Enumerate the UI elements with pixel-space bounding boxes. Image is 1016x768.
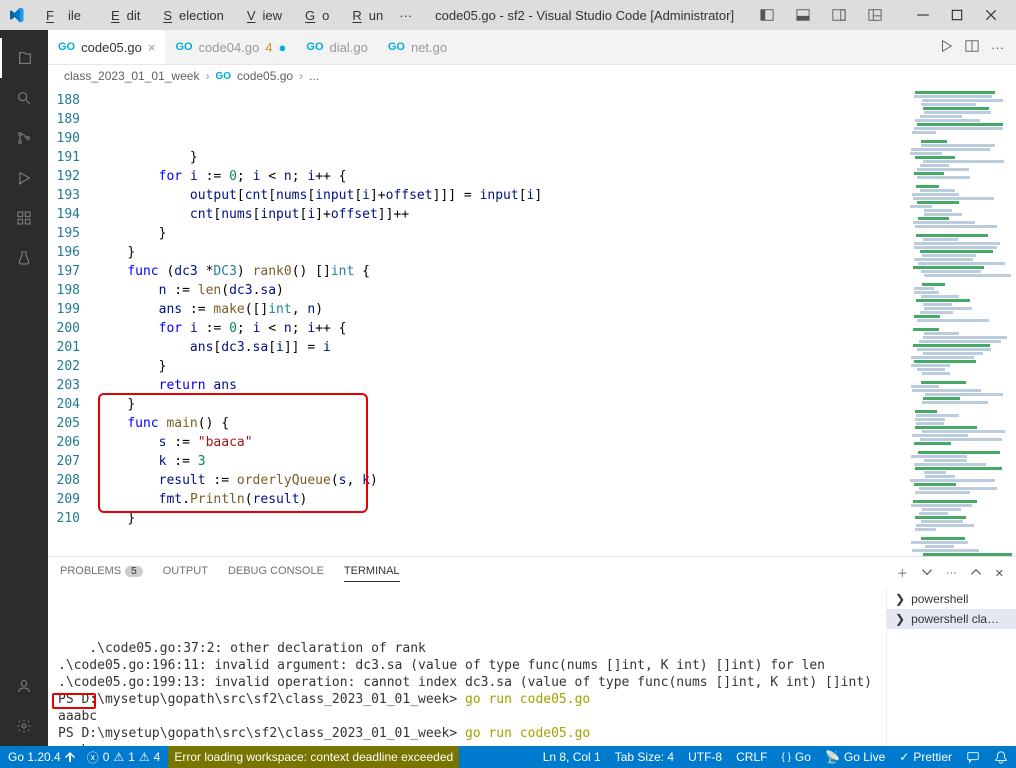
tab-suffix: 4 — [265, 40, 272, 55]
status-feedback-icon[interactable] — [966, 750, 980, 764]
breadcrumb[interactable]: class_2023_01_01_week › GO code05.go › .… — [48, 65, 1016, 87]
window-minimize-icon[interactable] — [906, 0, 940, 30]
terminal-icon: ❯ — [895, 612, 905, 626]
chevron-right-icon: › — [299, 69, 303, 83]
activity-search[interactable] — [0, 78, 48, 118]
line-gutter: 1881891901911921931941951961971981992002… — [48, 87, 96, 556]
title-bar: File Edit Selection View Go Run ··· code… — [0, 0, 1016, 30]
vscode-logo-icon — [8, 7, 24, 23]
layout-panel-right-icon[interactable] — [822, 0, 856, 30]
editor-area: GO code05.go × GO code04.go 4 ● GO dial.… — [48, 30, 1016, 746]
minimap[interactable] — [906, 87, 1016, 556]
menu-file[interactable]: File — [32, 8, 95, 23]
activity-extensions[interactable] — [0, 198, 48, 238]
go-file-icon: GO — [175, 41, 192, 53]
menu-go[interactable]: Go — [291, 8, 336, 23]
status-bell-icon[interactable] — [994, 750, 1008, 764]
tab-dial[interactable]: GO dial.go — [296, 30, 377, 64]
menubar: File Edit Selection View Go Run ··· — [32, 8, 419, 23]
tab-label: net.go — [411, 40, 447, 55]
window-maximize-icon[interactable] — [940, 0, 974, 30]
terminal-item[interactable]: ❯powershell cla… — [887, 609, 1016, 629]
panel-maximize-icon[interactable] — [969, 565, 983, 582]
terminal-icon: ❯ — [895, 592, 905, 606]
status-tabsize[interactable]: Tab Size: 4 — [615, 750, 674, 764]
go-file-icon: GO — [215, 71, 231, 82]
menu-edit[interactable]: Edit — [97, 8, 147, 23]
breadcrumb-file[interactable]: code05.go — [237, 69, 293, 83]
status-encoding[interactable]: UTF-8 — [688, 750, 722, 764]
status-golive[interactable]: 📡Go Live — [825, 750, 885, 764]
layout-panel-bottom-icon[interactable] — [786, 0, 820, 30]
panel-close-icon[interactable]: ✕ — [995, 567, 1004, 580]
tab-label: code05.go — [81, 40, 142, 55]
terminal-more-icon[interactable]: ··· — [946, 567, 957, 579]
panel-tab-terminal[interactable]: TERMINAL — [344, 565, 400, 582]
breadcrumb-folder[interactable]: class_2023_01_01_week — [64, 69, 199, 83]
status-go-version[interactable]: Go 1.20.4 — [8, 750, 75, 764]
menu-run[interactable]: Run — [338, 8, 390, 23]
activity-debug[interactable] — [0, 158, 48, 198]
panel: PROBLEMS5 OUTPUT DEBUG CONSOLE TERMINAL … — [48, 556, 1016, 746]
menu-view[interactable]: View — [233, 8, 289, 23]
tab-code05[interactable]: GO code05.go × — [48, 30, 165, 64]
layout-panel-left-icon[interactable] — [750, 0, 784, 30]
terminal-dropdown-icon[interactable] — [920, 565, 934, 582]
tab-label: dial.go — [330, 40, 368, 55]
window-title: code05.go - sf2 - Visual Studio Code [Ad… — [423, 8, 746, 23]
menu-more[interactable]: ··· — [392, 8, 419, 23]
tab-code04[interactable]: GO code04.go 4 ● — [165, 30, 296, 64]
activity-explorer[interactable] — [0, 38, 48, 78]
menu-selection[interactable]: Selection — [149, 8, 230, 23]
panel-tabs: PROBLEMS5 OUTPUT DEBUG CONSOLE TERMINAL … — [48, 557, 1016, 589]
status-eol[interactable]: CRLF — [736, 750, 767, 764]
window-close-icon[interactable] — [974, 0, 1008, 30]
status-prettier[interactable]: ✓Prettier — [899, 750, 952, 764]
code-content[interactable]: } for i := 0; i < n; i++ { output[cnt[nu… — [96, 87, 906, 556]
status-problems[interactable]: ⓧ0 ⚠1 ⚠4 — [87, 749, 161, 766]
new-terminal-icon[interactable]: ＋ — [897, 565, 908, 581]
breadcrumb-symbol[interactable]: ... — [309, 69, 319, 83]
go-file-icon: GO — [388, 41, 405, 53]
activity-account[interactable] — [0, 666, 48, 706]
terminal-list: ❯powershell ❯powershell cla… — [886, 589, 1016, 746]
status-lncol[interactable]: Ln 8, Col 1 — [543, 750, 601, 764]
terminal-output[interactable]: .\code05.go:37:2: other declaration of r… — [48, 589, 886, 746]
panel-tab-problems[interactable]: PROBLEMS5 — [60, 565, 143, 581]
layout-customize-icon[interactable] — [858, 0, 892, 30]
status-language[interactable]: { } Go — [781, 750, 810, 764]
chevron-right-icon: › — [205, 69, 209, 83]
go-file-icon: GO — [58, 41, 75, 53]
split-editor-icon[interactable] — [965, 39, 979, 56]
tab-close-icon[interactable]: × — [148, 40, 156, 55]
more-actions-icon[interactable]: ··· — [991, 40, 1004, 55]
go-file-icon: GO — [306, 41, 323, 53]
activity-settings[interactable] — [0, 706, 48, 746]
tab-net[interactable]: GO net.go — [378, 30, 457, 64]
tab-dirty-icon: ● — [279, 40, 287, 55]
status-workspace-error[interactable]: Error loading workspace: context deadlin… — [168, 746, 459, 768]
run-icon[interactable] — [939, 39, 953, 56]
tab-label: code04.go — [199, 40, 260, 55]
activity-scm[interactable] — [0, 118, 48, 158]
terminal-item[interactable]: ❯powershell — [887, 589, 1016, 609]
panel-tab-debug[interactable]: DEBUG CONSOLE — [228, 565, 324, 581]
editor-body[interactable]: 1881891901911921931941951961971981992002… — [48, 87, 1016, 556]
status-bar: Go 1.20.4 ⓧ0 ⚠1 ⚠4 Error loading workspa… — [0, 746, 1016, 768]
activity-test[interactable] — [0, 238, 48, 278]
editor-tabs: GO code05.go × GO code04.go 4 ● GO dial.… — [48, 30, 1016, 65]
activity-bar — [0, 30, 48, 746]
panel-tab-output[interactable]: OUTPUT — [163, 565, 208, 581]
